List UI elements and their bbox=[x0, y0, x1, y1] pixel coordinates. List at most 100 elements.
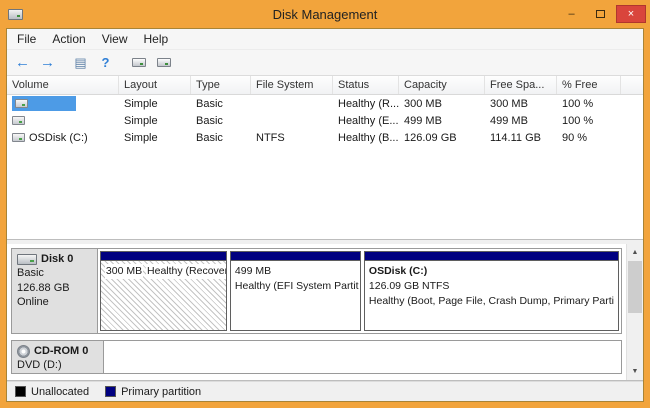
cell-file-system: NTFS bbox=[251, 132, 333, 144]
cell-capacity: 126.09 GB bbox=[399, 132, 485, 144]
disk-label[interactable]: Disk 0 Basic 126.88 GB Online bbox=[12, 249, 98, 333]
scroll-up-icon[interactable]: ▲ bbox=[627, 244, 643, 261]
partition-info: OSDisk (C:) 126.09 GB NTFS Healthy (Boot… bbox=[365, 261, 618, 330]
menu-file[interactable]: File bbox=[9, 29, 44, 49]
cell-free-space: 499 MB bbox=[485, 115, 557, 127]
cell-free-space: 300 MB bbox=[485, 98, 557, 110]
cdrom-label[interactable]: CD-ROM 0 DVD (D:) bbox=[12, 341, 104, 373]
volume-icon bbox=[12, 116, 25, 125]
disk-list-button[interactable] bbox=[127, 52, 150, 73]
disk-kind: Basic bbox=[17, 266, 92, 280]
partitions-area: 300 MB Healthy (Recovery Parti 499 MB He… bbox=[98, 249, 621, 333]
cell-pct-free: 100 % bbox=[557, 115, 621, 127]
cell-layout: Simple bbox=[119, 132, 191, 144]
column-header-type[interactable]: Type bbox=[191, 76, 251, 94]
maximize-icon bbox=[596, 10, 605, 18]
volume-name: OSDisk (C:) bbox=[29, 132, 88, 144]
partition-efi[interactable]: 499 MB Healthy (EFI System Partit bbox=[230, 251, 361, 331]
toolbar: ← → ▤ ? bbox=[7, 50, 643, 76]
disk-list-icon bbox=[132, 58, 146, 67]
column-header-layout[interactable]: Layout bbox=[119, 76, 191, 94]
table-row[interactable]: Simple Basic Healthy (R... 300 MB 300 MB… bbox=[7, 95, 643, 112]
forward-button[interactable]: → bbox=[36, 52, 59, 73]
back-button[interactable]: ← bbox=[11, 52, 34, 73]
cell-volume bbox=[7, 96, 119, 111]
disk-name: Disk 0 bbox=[41, 252, 73, 266]
unallocated-swatch-icon bbox=[15, 386, 26, 397]
disk-view-button[interactable] bbox=[152, 52, 175, 73]
legend-bar: Unallocated Primary partition bbox=[7, 381, 643, 401]
column-header-file-system[interactable]: File System bbox=[251, 76, 333, 94]
legend-label: Primary partition bbox=[121, 386, 201, 398]
cell-free-space: 114.11 GB bbox=[485, 132, 557, 144]
table-row[interactable]: OSDisk (C:) Simple Basic NTFS Healthy (B… bbox=[7, 129, 643, 146]
cdrom-kind: DVD (D:) bbox=[17, 358, 98, 372]
table-row[interactable]: Simple Basic Healthy (E... 499 MB 499 MB… bbox=[7, 112, 643, 129]
cdrom-icon bbox=[17, 345, 30, 358]
partition-info: 499 MB Healthy (EFI System Partit bbox=[231, 261, 360, 330]
column-header-free-space[interactable]: Free Spa... bbox=[485, 76, 557, 94]
partition-name: OSDisk (C:) bbox=[369, 264, 614, 279]
partition-info: 300 MB Healthy (Recovery Parti bbox=[101, 261, 226, 330]
graphical-view-pane: Disk 0 Basic 126.88 GB Online 300 MB Hea… bbox=[7, 244, 643, 381]
minimize-button[interactable]: – bbox=[558, 5, 585, 23]
menu-help[interactable]: Help bbox=[136, 29, 177, 49]
window-title: Disk Management bbox=[0, 7, 650, 22]
cell-type: Basic bbox=[191, 115, 251, 127]
disk-management-window: Disk Management – × File Action View Hel… bbox=[0, 0, 650, 408]
column-header-capacity[interactable]: Capacity bbox=[399, 76, 485, 94]
legend-primary-partition: Primary partition bbox=[105, 386, 201, 398]
back-icon: ← bbox=[15, 55, 30, 70]
primary-partition-swatch-icon bbox=[105, 386, 116, 397]
partition-size: 126.09 GB NTFS bbox=[369, 279, 614, 294]
partition-status: Healthy (EFI System Partit bbox=[235, 279, 356, 294]
legend-label: Unallocated bbox=[31, 386, 89, 398]
cdrom-name: CD-ROM 0 bbox=[34, 344, 88, 358]
legend-unallocated: Unallocated bbox=[15, 386, 89, 398]
menu-action[interactable]: Action bbox=[44, 29, 93, 49]
help-icon: ? bbox=[102, 56, 110, 69]
cell-layout: Simple bbox=[119, 98, 191, 110]
partition-color-bar bbox=[101, 252, 226, 261]
volume-table-header: Volume Layout Type File System Status Ca… bbox=[7, 76, 643, 95]
cell-type: Basic bbox=[191, 132, 251, 144]
volume-icon bbox=[15, 99, 28, 108]
cell-capacity: 499 MB bbox=[399, 115, 485, 127]
help-button[interactable]: ? bbox=[94, 52, 117, 73]
cell-pct-free: 100 % bbox=[557, 98, 621, 110]
column-header-filler bbox=[621, 76, 643, 94]
partition-status: Healthy (Boot, Page File, Crash Dump, Pr… bbox=[369, 294, 614, 309]
close-button[interactable]: × bbox=[616, 5, 646, 23]
console-tree-button[interactable]: ▤ bbox=[69, 52, 92, 73]
selected-volume-highlight[interactable] bbox=[12, 96, 76, 111]
cell-capacity: 300 MB bbox=[399, 98, 485, 110]
partition-recovery[interactable]: 300 MB Healthy (Recovery Parti bbox=[100, 251, 227, 331]
column-header-volume[interactable]: Volume bbox=[7, 76, 119, 94]
partition-size: 300 MB bbox=[105, 264, 143, 279]
partition-color-bar bbox=[365, 252, 618, 261]
column-header-status[interactable]: Status bbox=[333, 76, 399, 94]
column-header-pct-free[interactable]: % Free bbox=[557, 76, 621, 94]
client-area: File Action View Help ← → ▤ ? Volume Lay… bbox=[6, 28, 644, 402]
cell-status: Healthy (E... bbox=[333, 115, 399, 127]
volume-list-pane: Volume Layout Type File System Status Ca… bbox=[7, 76, 643, 240]
app-icon bbox=[8, 9, 23, 20]
scrollbar-thumb[interactable] bbox=[628, 261, 642, 313]
scrollbar-track[interactable] bbox=[627, 261, 643, 363]
volume-icon bbox=[12, 133, 25, 142]
disk-strip: CD-ROM 0 DVD (D:) bbox=[11, 340, 622, 374]
cell-volume: OSDisk (C:) bbox=[7, 132, 119, 144]
disk-status: Online bbox=[17, 295, 92, 309]
partition-size: 499 MB bbox=[235, 264, 356, 279]
menu-view[interactable]: View bbox=[94, 29, 136, 49]
cell-layout: Simple bbox=[119, 115, 191, 127]
scroll-down-icon[interactable]: ▼ bbox=[627, 363, 643, 380]
cdrom-media-area bbox=[104, 341, 621, 373]
vertical-scrollbar[interactable]: ▲ ▼ bbox=[626, 244, 643, 380]
partition-osdisk[interactable]: OSDisk (C:) 126.09 GB NTFS Healthy (Boot… bbox=[364, 251, 619, 331]
titlebar[interactable]: Disk Management – × bbox=[0, 0, 650, 28]
console-tree-icon: ▤ bbox=[74, 56, 86, 69]
disk-size: 126.88 GB bbox=[17, 281, 92, 295]
partition-color-bar bbox=[231, 252, 360, 261]
maximize-button[interactable] bbox=[587, 5, 614, 23]
